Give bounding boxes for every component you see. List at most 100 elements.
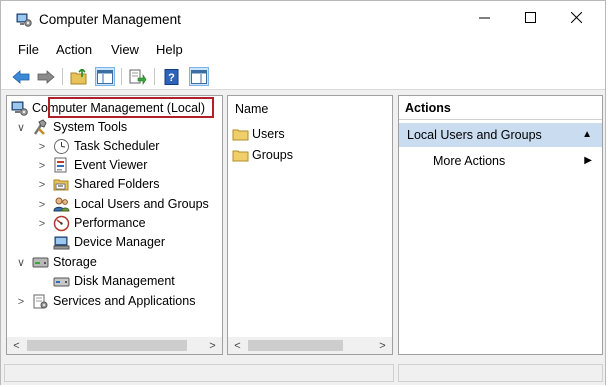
svg-text:?: ?	[168, 72, 175, 84]
list-item-label: Users	[252, 127, 285, 141]
computer-management-icon	[11, 101, 28, 116]
back-icon	[12, 69, 30, 84]
toolbar-separator	[154, 68, 155, 85]
help-button[interactable]: ?	[162, 67, 182, 86]
collapsed-chevron-icon[interactable]: >	[37, 156, 47, 175]
title-bar: Computer Management	[1, 1, 605, 37]
tree-label-system-tools: System Tools	[53, 120, 128, 134]
menu-action[interactable]: Action	[56, 42, 92, 57]
tree-label-services-and-applications: Services and Applications	[53, 294, 196, 308]
expanded-chevron-icon[interactable]: ∨	[16, 118, 26, 137]
results-pane[interactable]: Name Users Groups < >	[227, 95, 393, 355]
clock-icon	[54, 139, 69, 154]
up-folder-icon	[70, 68, 87, 84]
tree-node-disk-management[interactable]: Disk Management	[7, 272, 222, 291]
maximize-icon	[524, 11, 536, 23]
performance-gauge-icon	[53, 215, 70, 232]
toolbar-separator	[121, 68, 122, 85]
scroll-right-icon[interactable]: >	[205, 338, 220, 353]
toolbar-separator	[62, 68, 63, 85]
list-item-label: Groups	[252, 148, 293, 162]
show-hide-tree-icon	[97, 69, 113, 84]
up-one-level-button[interactable]	[69, 67, 89, 86]
system-tools-icon	[33, 119, 47, 135]
tree-node-storage[interactable]: ∨ Storage	[7, 253, 222, 272]
users-group-icon	[53, 197, 70, 212]
console-tree-pane[interactable]: Computer Management (Local) ∨ System Too…	[6, 95, 223, 355]
status-bar	[1, 361, 605, 385]
export-list-button[interactable]	[128, 67, 148, 86]
show-hide-console-tree-button[interactable]	[95, 67, 115, 86]
column-header-label: Name	[235, 102, 269, 116]
tree-label-disk-management: Disk Management	[74, 274, 175, 288]
submenu-arrow-icon[interactable]: ▶	[584, 155, 592, 166]
tree-label-device-manager: Device Manager	[74, 235, 166, 249]
forward-button[interactable]	[36, 67, 56, 86]
actions-header: Actions	[399, 96, 602, 120]
tree-label-task-scheduler: Task Scheduler	[74, 139, 160, 153]
tree-node-device-manager[interactable]: Device Manager	[7, 233, 222, 252]
computer-management-window: Computer Management File Action View Hel…	[0, 0, 606, 385]
tree-node-shared-folders[interactable]: > Shared Folders	[7, 175, 222, 194]
help-icon: ?	[164, 68, 179, 85]
actions-pane: Actions Local Users and Groups ▲ More Ac…	[398, 95, 603, 355]
selected-node-highlight	[48, 97, 214, 118]
tree-node-services-and-applications[interactable]: > Services and Applications	[7, 292, 222, 311]
tree-label-shared-folders: Shared Folders	[74, 177, 160, 191]
status-cell-right	[398, 364, 603, 382]
collapsed-chevron-icon[interactable]: >	[37, 137, 47, 156]
minimize-icon	[478, 17, 490, 18]
actions-section-local-users-and-groups[interactable]: Local Users and Groups ▲	[399, 123, 602, 147]
tree-horizontal-scrollbar[interactable]: < >	[7, 337, 222, 354]
scrollbar-thumb[interactable]	[248, 340, 343, 351]
close-button[interactable]	[553, 1, 599, 33]
properties-icon	[191, 69, 207, 84]
actions-section-label: Local Users and Groups	[407, 128, 542, 142]
tree-label-storage: Storage	[53, 255, 97, 269]
tree-label-event-viewer: Event Viewer	[74, 158, 148, 172]
folder-icon	[232, 150, 249, 162]
folder-icon	[232, 129, 249, 141]
collapsed-chevron-icon[interactable]: >	[16, 292, 26, 311]
close-icon	[570, 11, 582, 23]
export-list-icon	[129, 69, 147, 85]
window-title: Computer Management	[39, 12, 181, 27]
show-hide-action-pane-button[interactable]	[189, 67, 209, 86]
scroll-left-icon[interactable]: <	[230, 338, 245, 353]
menu-bar: File Action View Help	[1, 37, 605, 63]
results-horizontal-scrollbar[interactable]: < >	[228, 337, 392, 354]
event-viewer-icon	[54, 157, 67, 173]
collapsed-chevron-icon[interactable]: >	[37, 175, 47, 194]
column-header-name[interactable]: Name	[228, 96, 392, 120]
minimize-button[interactable]	[461, 1, 507, 33]
tree-node-task-scheduler[interactable]: > Task Scheduler	[7, 137, 222, 156]
menu-help[interactable]: Help	[156, 42, 183, 57]
disk-management-icon	[53, 277, 70, 287]
forward-icon	[37, 69, 55, 84]
list-item-groups[interactable]: Groups	[232, 146, 382, 165]
expanded-chevron-icon[interactable]: ∨	[16, 253, 26, 272]
status-cell-left	[4, 364, 394, 382]
computer-management-app-icon	[16, 13, 32, 27]
tree-node-system-tools[interactable]: ∨ System Tools	[7, 118, 222, 137]
scroll-left-icon[interactable]: <	[9, 338, 24, 353]
back-button[interactable]	[11, 67, 31, 86]
toolbar: ?	[1, 63, 605, 90]
maximize-button[interactable]	[507, 1, 553, 33]
device-manager-icon	[53, 236, 70, 250]
scroll-right-icon[interactable]: >	[375, 338, 390, 353]
collapsed-chevron-icon[interactable]: >	[37, 214, 47, 233]
collapse-triangle-icon[interactable]: ▲	[582, 129, 592, 140]
more-actions-link[interactable]: More Actions	[433, 154, 505, 168]
shared-folder-icon	[53, 179, 69, 191]
tree-node-event-viewer[interactable]: > Event Viewer	[7, 156, 222, 175]
services-icon	[33, 294, 48, 309]
scrollbar-thumb[interactable]	[27, 340, 187, 351]
tree-node-local-users-and-groups[interactable]: > Local Users and Groups	[7, 195, 222, 214]
tree-node-performance[interactable]: > Performance	[7, 214, 222, 233]
menu-view[interactable]: View	[111, 42, 139, 57]
collapsed-chevron-icon[interactable]: >	[37, 195, 47, 214]
list-item-users[interactable]: Users	[232, 125, 382, 144]
menu-file[interactable]: File	[18, 42, 39, 57]
tree-label-local-users-and-groups: Local Users and Groups	[74, 197, 209, 211]
